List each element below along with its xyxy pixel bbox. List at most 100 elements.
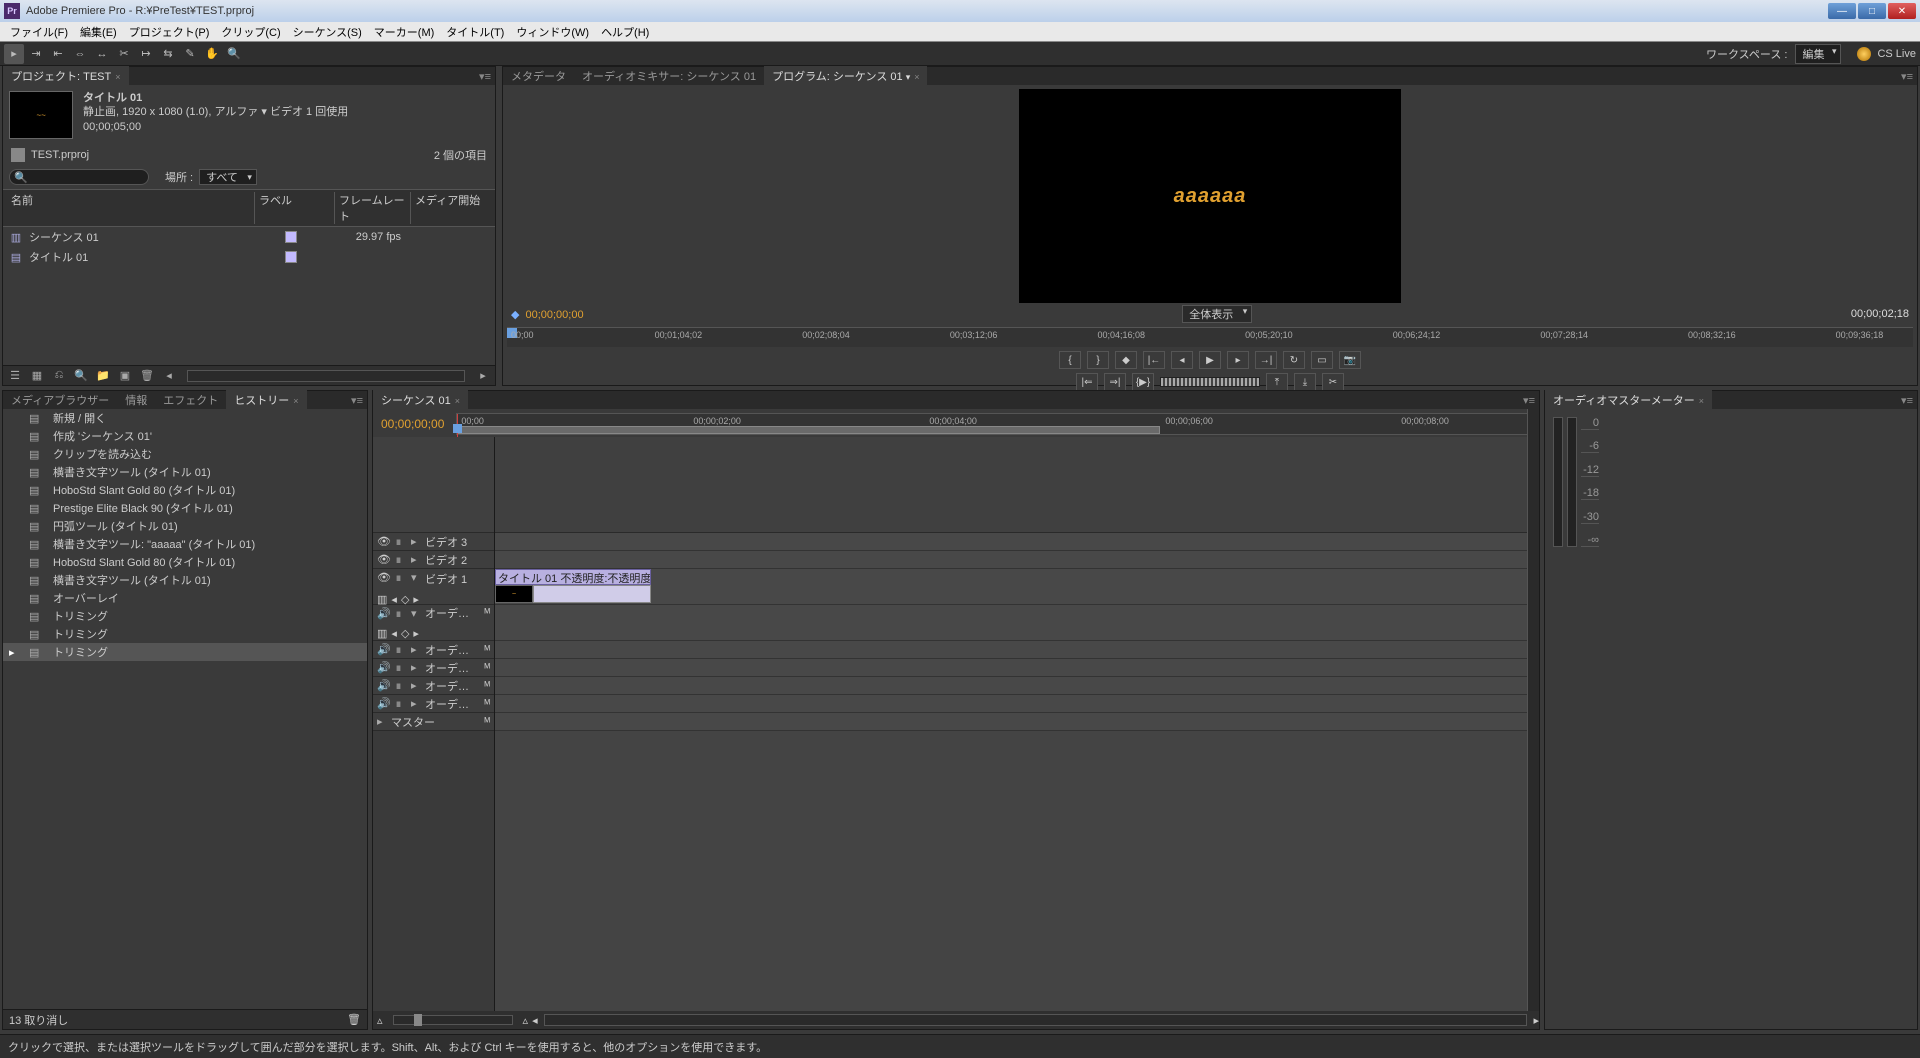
razor-tool[interactable]: ✂: [114, 44, 134, 64]
speaker-icon[interactable]: 🔊: [377, 607, 391, 620]
menu-window[interactable]: ウィンドウ(W): [510, 22, 595, 42]
keyframe-mode-icon[interactable]: ▥: [377, 593, 387, 606]
history-item[interactable]: ▤トリミング: [3, 607, 367, 625]
track-audio3[interactable]: [495, 659, 1539, 677]
cs-live-button[interactable]: CS Live: [1857, 47, 1916, 61]
trash-icon[interactable]: 🗑: [139, 368, 155, 384]
twirl-icon[interactable]: ▾: [411, 607, 421, 620]
history-item[interactable]: ▤オーバーレイ: [3, 589, 367, 607]
menu-file[interactable]: ファイル(F): [4, 22, 74, 42]
window-maximize-button[interactable]: □: [1858, 3, 1886, 19]
play-inout-button[interactable]: {▶}: [1132, 373, 1154, 391]
prev-keyframe-icon[interactable]: ◂: [391, 627, 397, 640]
mark-in-button[interactable]: {: [1059, 351, 1081, 369]
marker-icon[interactable]: ◆: [511, 309, 519, 321]
project-tab[interactable]: プロジェクト: TEST×: [3, 66, 129, 86]
label-swatch[interactable]: [285, 251, 297, 263]
track-header-audio3[interactable]: 🔊∎▸オーデ…ᴹ: [373, 659, 494, 677]
play-button[interactable]: ▶: [1199, 351, 1221, 369]
scroll-left-icon[interactable]: ◂: [161, 368, 177, 384]
slide-tool[interactable]: ⇆: [158, 44, 178, 64]
track-header-video3[interactable]: 👁∎▸ビデオ 3: [373, 533, 494, 551]
track-audio1[interactable]: [495, 605, 1539, 641]
next-keyframe-icon[interactable]: ▸: [413, 627, 419, 640]
hand-tool[interactable]: ✋: [202, 44, 222, 64]
zoom-tool[interactable]: 🔍: [224, 44, 244, 64]
close-icon[interactable]: ×: [914, 72, 919, 82]
history-tab[interactable]: ヒストリー×: [226, 390, 306, 410]
history-item[interactable]: ▤横書き文字ツール (タイトル 01): [3, 571, 367, 589]
history-item[interactable]: ▤円弧ツール (タイトル 01): [3, 517, 367, 535]
eye-icon[interactable]: 👁: [377, 553, 391, 566]
track-video2[interactable]: [495, 551, 1539, 569]
trim-button[interactable]: ✂: [1322, 373, 1344, 391]
info-tab[interactable]: 情報: [117, 390, 155, 410]
mark-out-button[interactable]: }: [1087, 351, 1109, 369]
close-icon[interactable]: ×: [455, 396, 460, 406]
label-swatch[interactable]: [285, 231, 297, 243]
automate-icon[interactable]: ⎌: [51, 368, 67, 384]
close-icon[interactable]: ×: [293, 396, 298, 406]
extract-button[interactable]: ⤓: [1294, 373, 1316, 391]
zoom-slider[interactable]: [393, 1015, 513, 1025]
close-icon[interactable]: ×: [115, 72, 120, 82]
history-item[interactable]: ▤トリミング: [3, 625, 367, 643]
hscrollbar[interactable]: [187, 370, 465, 382]
panel-menu-icon[interactable]: ▾≡: [475, 70, 495, 83]
timecode-current[interactable]: 00;00;00;00: [525, 309, 583, 321]
loop-button[interactable]: ↻: [1283, 351, 1305, 369]
track-header-video1[interactable]: 👁∎▾ビデオ 1 ▥◂◇▸: [373, 569, 494, 605]
menu-marker[interactable]: マーカー(M): [368, 22, 441, 42]
sequence-tab[interactable]: シーケンス 01×: [373, 390, 468, 410]
speaker-icon[interactable]: 🔊: [377, 661, 391, 674]
track-master[interactable]: [495, 713, 1539, 731]
slip-tool[interactable]: ↦: [136, 44, 156, 64]
speaker-icon[interactable]: 🔊: [377, 697, 391, 710]
clip-body[interactable]: [533, 585, 651, 603]
scroll-left-icon[interactable]: ◂: [532, 1014, 538, 1027]
hscrollbar[interactable]: [544, 1014, 1528, 1026]
lock-icon[interactable]: ∎: [395, 697, 407, 710]
clip-thumbnail[interactable]: ~~: [9, 91, 73, 139]
keyframe-mode-icon[interactable]: ▥: [377, 627, 387, 640]
next-keyframe-icon[interactable]: ▸: [413, 593, 419, 606]
lock-icon[interactable]: ∎: [395, 571, 407, 584]
lock-icon[interactable]: ∎: [395, 643, 407, 656]
history-item[interactable]: ▸▤トリミング: [3, 643, 367, 661]
scroll-right-icon[interactable]: ▸: [1533, 1014, 1539, 1027]
track-audio5[interactable]: [495, 695, 1539, 713]
speaker-icon[interactable]: 🔊: [377, 643, 391, 656]
go-out-button[interactable]: →|: [1255, 351, 1277, 369]
history-item[interactable]: ▤Prestige Elite Black 90 (タイトル 01): [3, 499, 367, 517]
selection-tool[interactable]: ▸: [4, 44, 24, 64]
project-row[interactable]: ▥ シーケンス 01 29.97 fps: [3, 227, 495, 247]
history-item[interactable]: ▤横書き文字ツール (タイトル 01): [3, 463, 367, 481]
search-input[interactable]: 🔍: [9, 169, 149, 185]
window-minimize-button[interactable]: —: [1828, 3, 1856, 19]
track-audio4[interactable]: [495, 677, 1539, 695]
track-video3[interactable]: [495, 533, 1539, 551]
twirl-icon[interactable]: ▸: [411, 535, 421, 548]
lock-icon[interactable]: ∎: [395, 553, 407, 566]
pen-tool[interactable]: ✎: [180, 44, 200, 64]
metadata-tab[interactable]: メタデータ: [503, 66, 574, 86]
menu-project[interactable]: プロジェクト(P): [123, 22, 216, 42]
panel-menu-icon[interactable]: ▾≡: [1519, 394, 1539, 407]
work-area-bar[interactable]: [457, 426, 1160, 434]
new-item-icon[interactable]: ▣: [117, 368, 133, 384]
project-row[interactable]: ▤ タイトル 01: [3, 247, 495, 267]
location-select[interactable]: すべて: [199, 169, 257, 185]
twirl-icon[interactable]: ▾: [411, 571, 421, 584]
timeline-ruler[interactable]: 00;00 00;00;02;00 00;00;04;00 00;00;06;0…: [456, 413, 1531, 435]
prev-keyframe-icon[interactable]: ◂: [391, 593, 397, 606]
export-frame-button[interactable]: 📷: [1339, 351, 1361, 369]
lift-button[interactable]: ⤒: [1266, 373, 1288, 391]
zoom-in-icon[interactable]: ▵: [519, 1014, 533, 1027]
track-header-video2[interactable]: 👁∎▸ビデオ 2: [373, 551, 494, 569]
panel-menu-icon[interactable]: ▾≡: [1897, 394, 1917, 407]
lock-icon[interactable]: ∎: [395, 661, 407, 674]
workspace-select[interactable]: 編集: [1795, 44, 1841, 64]
timeline-clip[interactable]: タイトル 01 不透明度:不透明度 ▾: [495, 569, 651, 585]
rate-stretch-tool[interactable]: ↔: [92, 44, 112, 64]
col-start[interactable]: メディア開始: [411, 192, 491, 224]
